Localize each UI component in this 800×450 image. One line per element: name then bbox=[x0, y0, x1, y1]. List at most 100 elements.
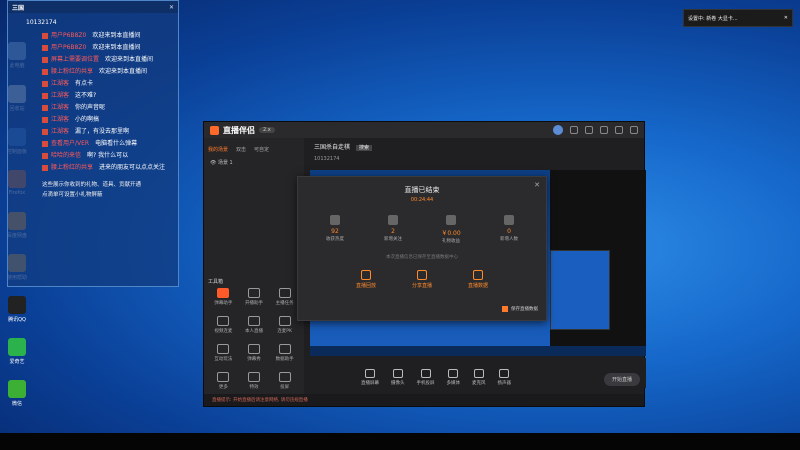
tool-item[interactable]: 开播助手 bbox=[239, 288, 270, 306]
source-icon bbox=[473, 369, 484, 378]
tool-label: 主播任务 bbox=[275, 301, 294, 306]
action-label: 直播回放 bbox=[355, 283, 376, 289]
stat-card: 2 新增关注 bbox=[371, 215, 415, 244]
message-icon[interactable] bbox=[585, 126, 593, 134]
stat-value: ￥0.00 bbox=[441, 230, 461, 237]
dialog-action-button[interactable]: 分享直播 bbox=[412, 270, 432, 289]
dialog-action-button[interactable]: 直播回放 bbox=[356, 270, 376, 289]
tool-icon bbox=[278, 288, 291, 298]
tool-icon bbox=[247, 316, 260, 326]
avatar[interactable] bbox=[553, 125, 563, 135]
source-icon bbox=[499, 369, 510, 378]
tab-scene-2[interactable]: 可自定 bbox=[254, 146, 269, 153]
stat-label: 新增关注 bbox=[384, 237, 402, 242]
scene-item[interactable]: 👁 场景 1 bbox=[204, 157, 304, 168]
room-tag[interactable]: 搜索 bbox=[355, 145, 372, 151]
close-icon[interactable] bbox=[630, 126, 638, 134]
tool-label: 视频连麦 bbox=[214, 329, 233, 334]
tool-label: 弹幕助手 bbox=[214, 301, 233, 306]
desktop-icon[interactable]: 微信 bbox=[2, 380, 32, 407]
source-icon bbox=[365, 369, 375, 378]
stat-icon bbox=[446, 215, 456, 225]
source-button[interactable]: 麦克风 bbox=[472, 369, 486, 386]
close-icon[interactable]: ✕ bbox=[169, 4, 174, 11]
chat-text: 欢迎来到本直播间 bbox=[92, 32, 141, 39]
danmaku-chat-panel: 三国 ✕ 10132174 用户P6B8Z0 欢迎来到本直播间 用户P6B8Z0 欢迎… bbox=[7, 0, 179, 287]
chat-username: 用户P6B8Z0 bbox=[51, 32, 87, 39]
user-badge-icon bbox=[42, 68, 48, 75]
tool-item[interactable]: 数据助手 bbox=[269, 344, 300, 362]
tool-icon bbox=[217, 344, 230, 354]
chat-username: 查看用户/VER bbox=[51, 140, 90, 147]
source-button[interactable]: 手机投屏 bbox=[417, 369, 435, 386]
chat-message: 江湖客 你的声音呢 bbox=[8, 102, 178, 114]
desktop-icon-label: 微信 bbox=[11, 401, 22, 407]
source-label: 扬声器 bbox=[497, 381, 512, 386]
stat-card: ￥0.00 礼物收益 bbox=[429, 215, 473, 244]
chat-text: 啊? 我什么可以 bbox=[87, 152, 129, 159]
tab-scene-0[interactable]: 我的场景 bbox=[208, 146, 228, 153]
tool-label: 开播助手 bbox=[244, 301, 263, 306]
tool-item[interactable]: 投屏 bbox=[269, 372, 300, 390]
user-badge-icon bbox=[42, 56, 48, 63]
action-label: 直播数据 bbox=[467, 283, 488, 289]
tool-label: 弹幕秀 bbox=[247, 357, 261, 362]
tool-item[interactable]: 主播任务 bbox=[269, 288, 300, 306]
chat-message: 哈哈的来信 啊? 我什么可以 bbox=[8, 150, 178, 162]
eye-icon[interactable]: 👁 bbox=[210, 160, 216, 166]
chat-text: 进来的朋友可以点点关注 bbox=[99, 164, 166, 171]
desktop-icon[interactable]: 爱奇艺 bbox=[2, 338, 32, 365]
chat-username: 江湖客 bbox=[51, 80, 70, 87]
tool-icon bbox=[247, 372, 260, 382]
tool-item[interactable]: 更多 bbox=[208, 372, 239, 390]
close-icon[interactable]: ✕ bbox=[784, 15, 788, 21]
tool-item[interactable]: 互动玩法 bbox=[208, 344, 239, 362]
chat-username: 腰上粉红的共享 bbox=[51, 68, 94, 75]
preview-nested-window bbox=[550, 250, 610, 330]
room-id: 10132174 bbox=[314, 156, 340, 162]
preview-taskbar bbox=[310, 346, 646, 356]
tool-icon bbox=[247, 288, 260, 298]
tool-item[interactable]: 本人直播 bbox=[239, 316, 270, 334]
source-label: 摄像头 bbox=[391, 381, 405, 386]
tool-item[interactable]: 弹幕助手 bbox=[208, 288, 239, 306]
stat-label: 新增人数 bbox=[500, 237, 518, 242]
user-badge-icon bbox=[42, 140, 48, 147]
tool-item[interactable]: 弹幕秀 bbox=[239, 344, 270, 362]
tool-item[interactable]: 特效 bbox=[239, 372, 270, 390]
source-icon bbox=[392, 369, 403, 378]
tool-icon bbox=[217, 288, 230, 298]
chat-text: 小的啊搞 bbox=[75, 116, 100, 123]
menu-icon[interactable] bbox=[600, 126, 608, 134]
dialog-hint: 本次直播信息已保存至直播数据中心 bbox=[386, 255, 458, 260]
source-icon bbox=[420, 369, 431, 378]
tool-item[interactable]: 视频连麦 bbox=[208, 316, 239, 334]
chat-footer-line: 点滴单可设置小礼物屏蔽 bbox=[42, 192, 103, 198]
start-live-button[interactable]: 开始直播 bbox=[603, 373, 640, 386]
dialog-action-button[interactable]: 直播数据 bbox=[468, 270, 488, 289]
user-badge-icon bbox=[42, 80, 48, 87]
chat-text: 这不难? bbox=[75, 92, 97, 99]
action-icon bbox=[416, 270, 427, 280]
chat-message: 屏幕上需要调位置 欢迎来到本直播间 bbox=[8, 54, 178, 66]
tab-scene-1[interactable]: 双击 bbox=[236, 146, 246, 153]
tool-item[interactable]: 连麦PK bbox=[269, 316, 300, 334]
chat-header: 三国 ✕ bbox=[8, 1, 178, 13]
minimize-icon[interactable] bbox=[615, 126, 623, 134]
tool-icon bbox=[278, 316, 291, 326]
action-icon bbox=[360, 270, 371, 280]
desktop-icon[interactable]: 腾讯QQ bbox=[2, 296, 32, 323]
system-notification[interactable]: 设置中: 新卷 大显卡... ✕ bbox=[683, 9, 793, 27]
source-label: 直播屏幕 bbox=[361, 381, 379, 386]
save-data-checkbox[interactable]: 保存直播数据 bbox=[502, 306, 538, 312]
user-badge-icon bbox=[42, 44, 48, 51]
close-icon[interactable]: ✕ bbox=[534, 181, 540, 189]
source-button[interactable]: 摄像头 bbox=[391, 369, 405, 386]
stat-value: 2 bbox=[391, 228, 395, 235]
source-button[interactable]: 直播屏幕 bbox=[361, 369, 379, 386]
source-button[interactable]: 多媒体 bbox=[447, 369, 460, 386]
chat-message: 用户P6B8Z0 欢迎来到本直播间 bbox=[8, 30, 178, 42]
action-label: 分享直播 bbox=[411, 283, 432, 289]
settings-icon[interactable] bbox=[570, 126, 578, 134]
source-button[interactable]: 扬声器 bbox=[497, 369, 512, 386]
